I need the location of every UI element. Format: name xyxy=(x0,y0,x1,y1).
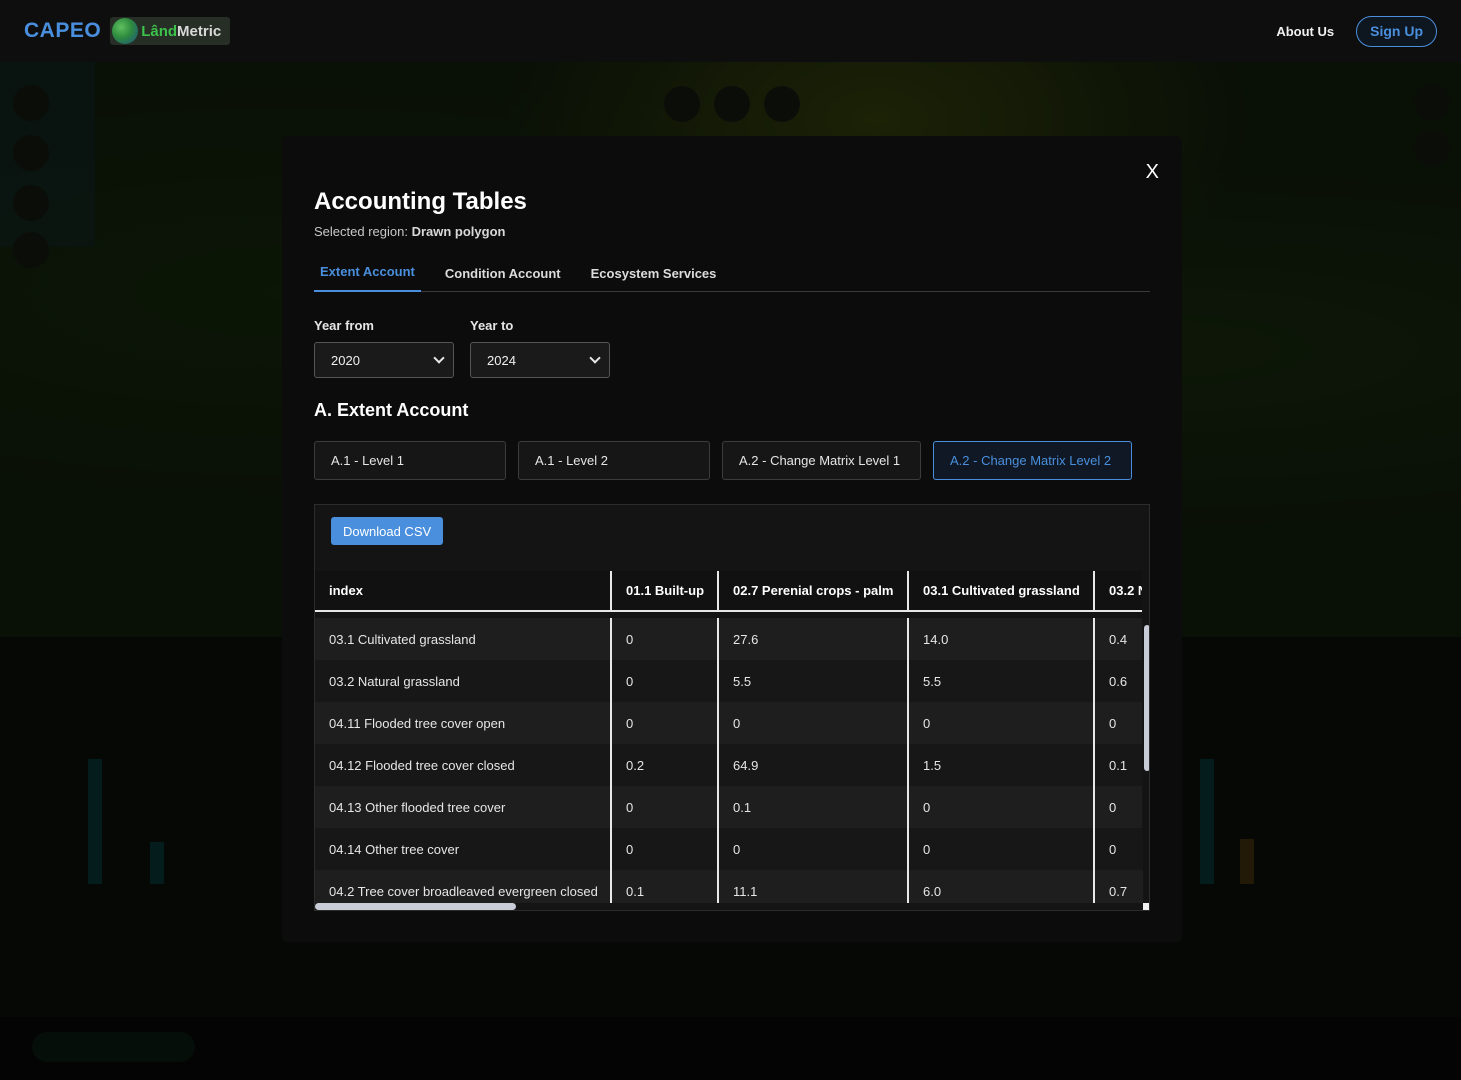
subtab-a1-level2[interactable]: A.1 - Level 2 xyxy=(518,441,710,480)
table-header-row: index 01.1 Built-up 02.7 Perenial crops … xyxy=(315,571,1143,612)
selected-region-label: Selected region: xyxy=(314,224,408,239)
table-cell: 04.11 Flooded tree cover open xyxy=(315,702,612,744)
partner-logo-part2: Metric xyxy=(177,22,222,40)
tab-ecosystem-services[interactable]: Ecosystem Services xyxy=(585,255,723,292)
partner-logo-text: LândMetric xyxy=(141,23,221,40)
nav-links: About Us Sign Up xyxy=(1276,15,1437,47)
table-cell: 0 xyxy=(909,702,1095,744)
table-cell: 5.5 xyxy=(719,660,909,702)
table-cell: 03.2 Natural grassland xyxy=(315,660,612,702)
brand-logo-text[interactable]: CAPEO xyxy=(24,19,101,43)
year-from-select[interactable]: 2020 xyxy=(314,342,454,378)
subtab-a1-level1[interactable]: A.1 - Level 1 xyxy=(314,441,506,480)
year-to-select[interactable]: 2024 xyxy=(470,342,610,378)
table-row: 04.14 Other tree cover 0 0 0 0 xyxy=(315,828,1143,870)
subtab-a2-change-matrix-level1[interactable]: A.2 - Change Matrix Level 1 xyxy=(722,441,921,480)
accounting-tables-modal: X Accounting Tables Selected region: Dra… xyxy=(282,136,1182,942)
table-cell: 0 xyxy=(612,618,719,660)
table-row: 03.2 Natural grassland 0 5.5 5.5 0.6 xyxy=(315,660,1143,702)
column-header[interactable]: 02.7 Perenial crops - palm xyxy=(719,571,909,610)
table-cell: 03.1 Cultivated grassland xyxy=(315,618,612,660)
partner-logo-part1: Lând xyxy=(141,22,178,40)
table-cell: 04.13 Other flooded tree cover xyxy=(315,786,612,828)
table-row: 04.13 Other flooded tree cover 0 0.1 0 0 xyxy=(315,786,1143,828)
subtab-a2-change-matrix-level2[interactable]: A.2 - Change Matrix Level 2 xyxy=(933,441,1132,480)
top-navbar: CAPEO LândMetric About Us Sign Up xyxy=(0,0,1461,62)
chevron-down-icon xyxy=(589,352,601,364)
table-cell: 0 xyxy=(909,786,1095,828)
table-body: 03.1 Cultivated grassland 0 27.6 14.0 0.… xyxy=(315,618,1143,903)
partner-logo: LândMetric xyxy=(110,17,231,45)
selected-region-value: Drawn polygon xyxy=(411,224,506,239)
year-from-label: Year from xyxy=(314,318,374,333)
table-panel: Download CSV index 01.1 Built-up 02.7 Pe… xyxy=(314,504,1150,911)
table-cell: 11.1 xyxy=(719,870,909,903)
selected-region: Selected region: Drawn polygon xyxy=(314,224,505,239)
table-cell: 64.9 xyxy=(719,744,909,786)
sign-up-button[interactable]: Sign Up xyxy=(1356,15,1437,47)
brand: CAPEO LândMetric xyxy=(24,17,231,45)
account-tabs: Extent Account Condition Account Ecosyst… xyxy=(314,255,1150,292)
table-cell: 0.1 xyxy=(612,870,719,903)
table-cell: 27.6 xyxy=(719,618,909,660)
table-cell: 04.12 Flooded tree cover closed xyxy=(315,744,612,786)
table-cell: 0 xyxy=(1109,715,1117,731)
table-row: 04.2 Tree cover broadleaved evergreen cl… xyxy=(315,870,1143,903)
table-cell: 0 xyxy=(612,660,719,702)
modal-title: Accounting Tables xyxy=(314,188,527,215)
table-cell: 0.2 xyxy=(612,744,719,786)
table-cell: 0.1 xyxy=(1109,757,1128,773)
vertical-scrollbar-thumb[interactable] xyxy=(1144,625,1149,771)
horizontal-scrollbar-thumb[interactable] xyxy=(315,903,516,910)
table-cell: 0 xyxy=(612,702,719,744)
table-cell: 0 xyxy=(719,702,909,744)
table-cell: 0 xyxy=(719,828,909,870)
table-cell: 0 xyxy=(909,828,1095,870)
download-csv-button[interactable]: Download CSV xyxy=(331,517,444,545)
table-cell: 04.14 Other tree cover xyxy=(315,828,612,870)
table-row: 03.1 Cultivated grassland 0 27.6 14.0 0.… xyxy=(315,618,1143,660)
tab-condition-account[interactable]: Condition Account xyxy=(439,255,567,292)
section-title: A. Extent Account xyxy=(314,400,469,420)
table-row: 04.11 Flooded tree cover open 0 0 0 0 xyxy=(315,702,1143,744)
tab-extent-account[interactable]: Extent Account xyxy=(314,255,421,292)
data-grid[interactable]: index 01.1 Built-up 02.7 Perenial crops … xyxy=(315,571,1143,903)
table-cell: 0.1 xyxy=(719,786,909,828)
scrollbar-corner xyxy=(1143,903,1149,910)
table-cell: 6.0 xyxy=(909,870,1095,903)
column-header[interactable]: index xyxy=(315,571,612,610)
column-header[interactable]: 03.2 N xyxy=(1095,571,1143,610)
chevron-down-icon xyxy=(433,352,445,364)
year-to-value: 2024 xyxy=(487,352,516,368)
column-header[interactable]: 03.1 Cultivated grassland xyxy=(909,571,1095,610)
table-cell: 0.4 xyxy=(1109,631,1128,647)
globe-icon xyxy=(112,18,139,44)
table-cell: 5.5 xyxy=(909,660,1095,702)
table-cell: 0.6 xyxy=(1109,673,1128,689)
year-from-value: 2020 xyxy=(331,352,360,368)
table-cell: 0 xyxy=(1109,799,1117,815)
table-cell: 0 xyxy=(612,828,719,870)
close-button[interactable]: X xyxy=(1146,161,1159,184)
about-us-link[interactable]: About Us xyxy=(1276,24,1334,39)
table-cell: 0.7 xyxy=(1109,883,1128,899)
table-row: 04.12 Flooded tree cover closed 0.2 64.9… xyxy=(315,744,1143,786)
table-cell: 14.0 xyxy=(909,618,1095,660)
table-cell: 0 xyxy=(1109,841,1117,857)
table-cell: 1.5 xyxy=(909,744,1095,786)
column-header[interactable]: 01.1 Built-up xyxy=(612,571,719,610)
table-cell: 04.2 Tree cover broadleaved evergreen cl… xyxy=(315,870,612,903)
year-to-label: Year to xyxy=(470,318,514,333)
table-cell: 0 xyxy=(612,786,719,828)
